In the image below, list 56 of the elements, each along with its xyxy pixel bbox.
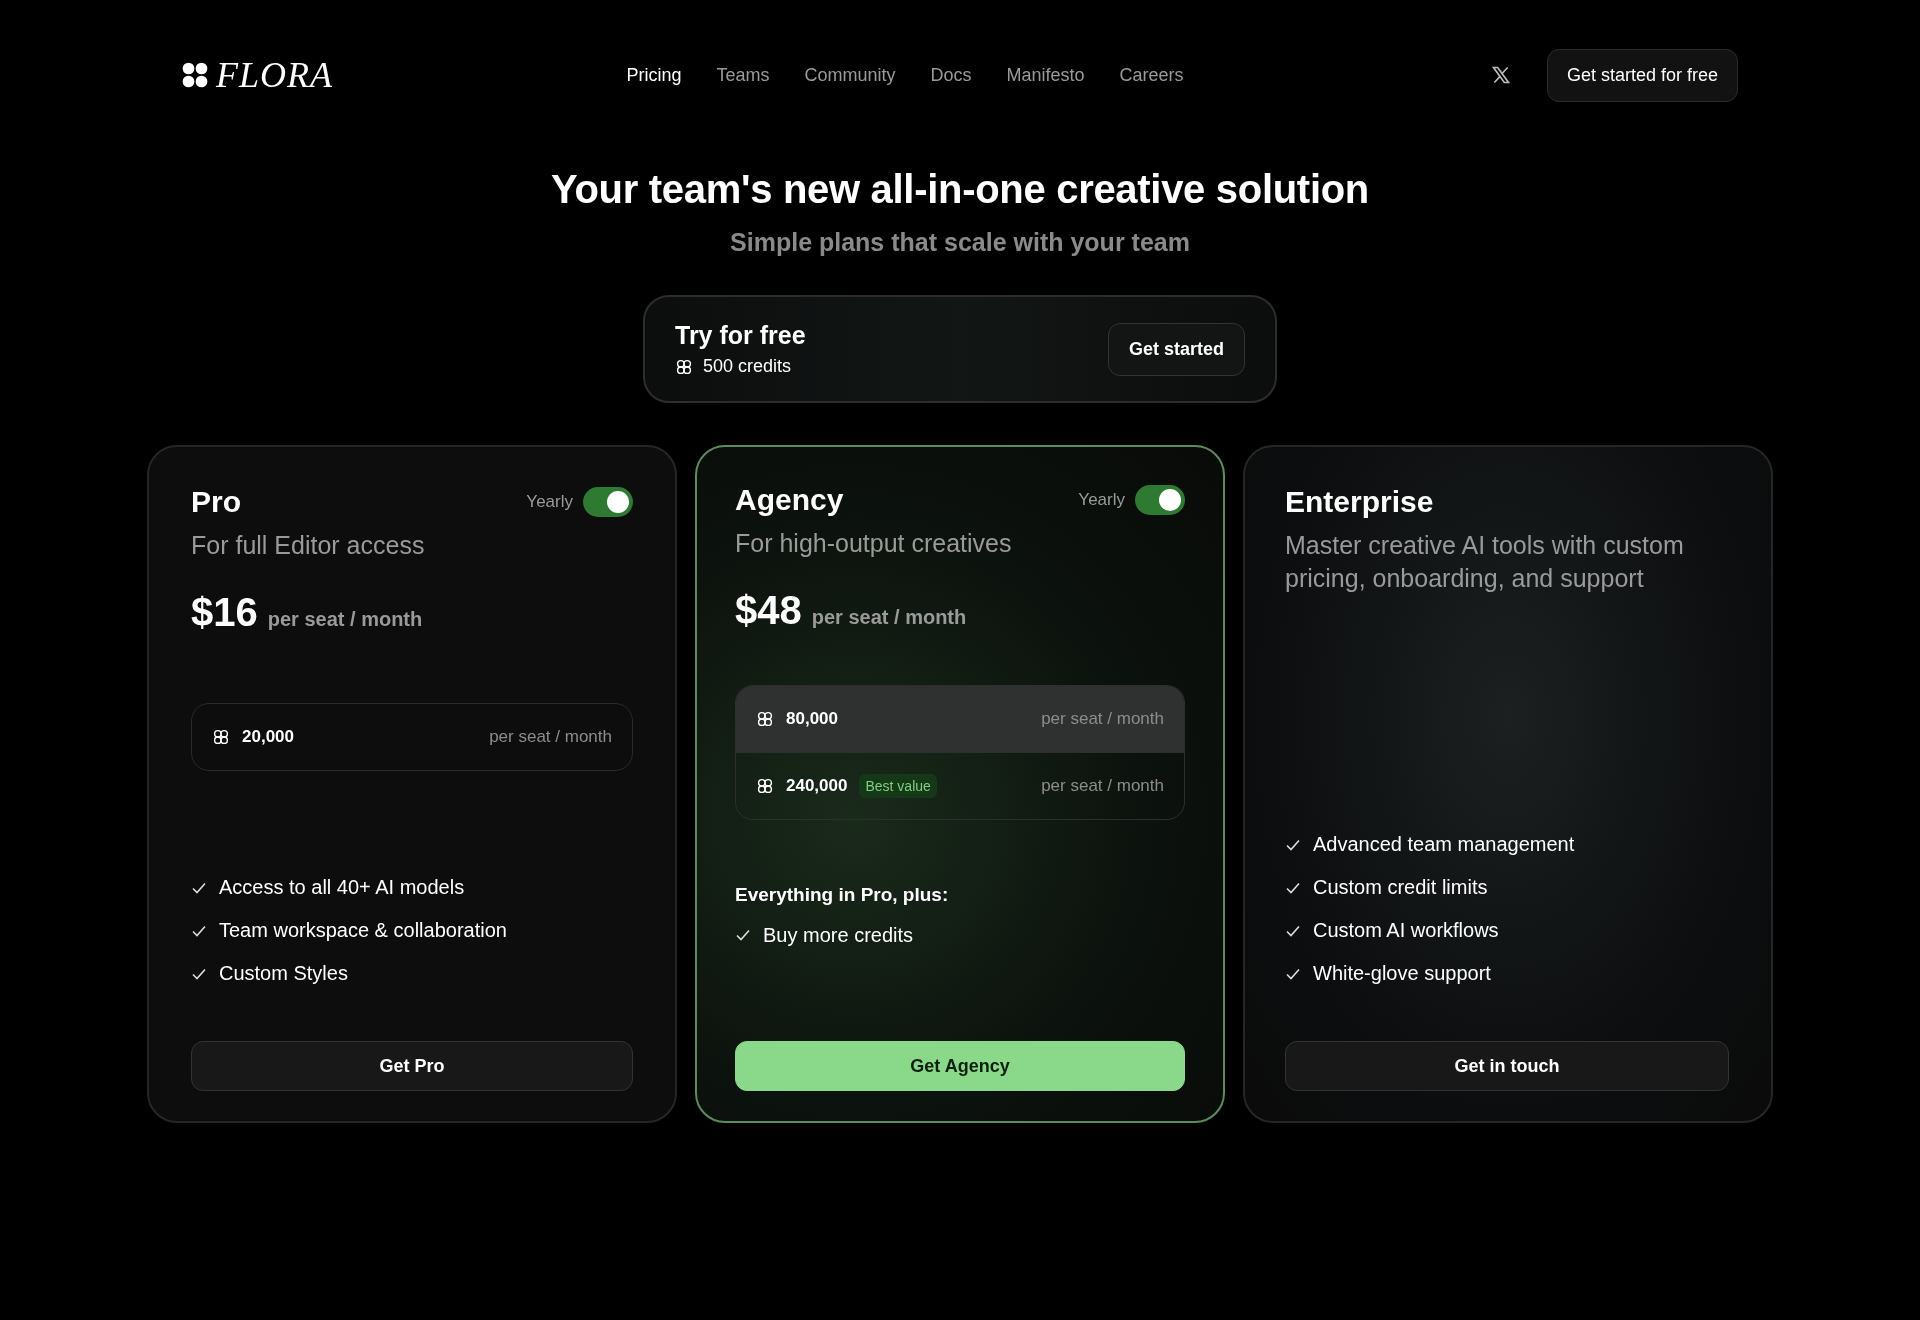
logo-icon xyxy=(182,62,208,88)
plan-button[interactable]: Get in touch xyxy=(1285,1041,1729,1091)
credits-label: 500 credits xyxy=(703,356,792,377)
get-started-button[interactable]: Get started for free xyxy=(1546,48,1738,102)
feature-text: Access to all 40+ AI models xyxy=(219,876,465,899)
feature-text: Buy more credits xyxy=(763,923,914,947)
plan-button[interactable]: Get Agency xyxy=(735,1041,1185,1091)
price: $48 xyxy=(735,587,802,633)
page-title: Your team's new all-in-one creative solution xyxy=(551,167,1369,212)
feature-text: Advanced team management xyxy=(1313,833,1575,856)
plan-tagline: Master creative AI tools with custom pricing, onboarding, and support xyxy=(1285,530,1685,594)
logo-text[interactable]: FLORA xyxy=(216,54,333,96)
get-started-button[interactable]: Get started xyxy=(1107,322,1245,376)
credit-amount: 80,000 xyxy=(786,708,838,729)
plan-title: Agency xyxy=(735,483,844,517)
nav-link[interactable]: Teams xyxy=(716,64,770,86)
flower-icon xyxy=(675,357,693,376)
toggle-label: Yearly xyxy=(1078,490,1125,510)
nav-link[interactable]: Community xyxy=(804,64,896,86)
price-unit: per seat / month xyxy=(811,605,967,629)
credit-option[interactable]: 20,000 per seat / month xyxy=(192,703,632,770)
price-unit: per seat / month xyxy=(267,607,423,631)
credit-unit: per seat / month xyxy=(489,726,612,747)
nav-link[interactable]: Manifesto xyxy=(1006,64,1085,86)
x-logo-icon[interactable] xyxy=(1490,65,1511,85)
feature-text: Custom credit limits xyxy=(1313,876,1488,899)
nav-link[interactable]: Pricing xyxy=(626,64,682,86)
credit-unit: per seat / month xyxy=(1041,775,1164,796)
nav-link[interactable]: Careers xyxy=(1119,64,1184,86)
flower-icon xyxy=(756,709,774,728)
credit-amount: 20,000 xyxy=(242,726,294,747)
price: $16 xyxy=(191,589,258,635)
feature-text: Team workspace & collaboration xyxy=(219,919,507,942)
credit-unit: per seat / month xyxy=(1041,708,1164,729)
page-subtitle: Simple plans that scale with your team xyxy=(730,228,1190,257)
credit-amount: 240,000 xyxy=(786,775,848,796)
best-value-badge: Best value xyxy=(859,773,937,798)
nav-link[interactable]: Docs xyxy=(930,64,972,86)
credit-option[interactable]: 80,000 per seat / month xyxy=(736,685,1184,752)
check-icon xyxy=(735,927,751,943)
features-heading: Everything in Pro, plus: xyxy=(735,883,950,906)
yearly-toggle[interactable] xyxy=(583,487,633,517)
yearly-toggle[interactable] xyxy=(1135,485,1185,515)
toggle-label: Yearly xyxy=(526,492,573,512)
plan-title: Try for free xyxy=(675,321,806,350)
flower-icon xyxy=(212,727,230,746)
feature-text: Custom Styles xyxy=(219,962,348,985)
feature-text: White-glove support xyxy=(1313,962,1491,985)
plan-tagline: For full Editor access xyxy=(191,530,426,561)
flower-icon xyxy=(756,776,774,795)
plan-title: Enterprise xyxy=(1285,485,1434,519)
plan-tagline: For high-output creatives xyxy=(735,528,1013,559)
plan-button[interactable]: Get Pro xyxy=(191,1041,633,1091)
credit-option[interactable]: 240,000 Best value per seat / month xyxy=(736,751,1184,819)
plan-title: Pro xyxy=(191,485,241,519)
feature-text: Custom AI workflows xyxy=(1313,919,1499,942)
